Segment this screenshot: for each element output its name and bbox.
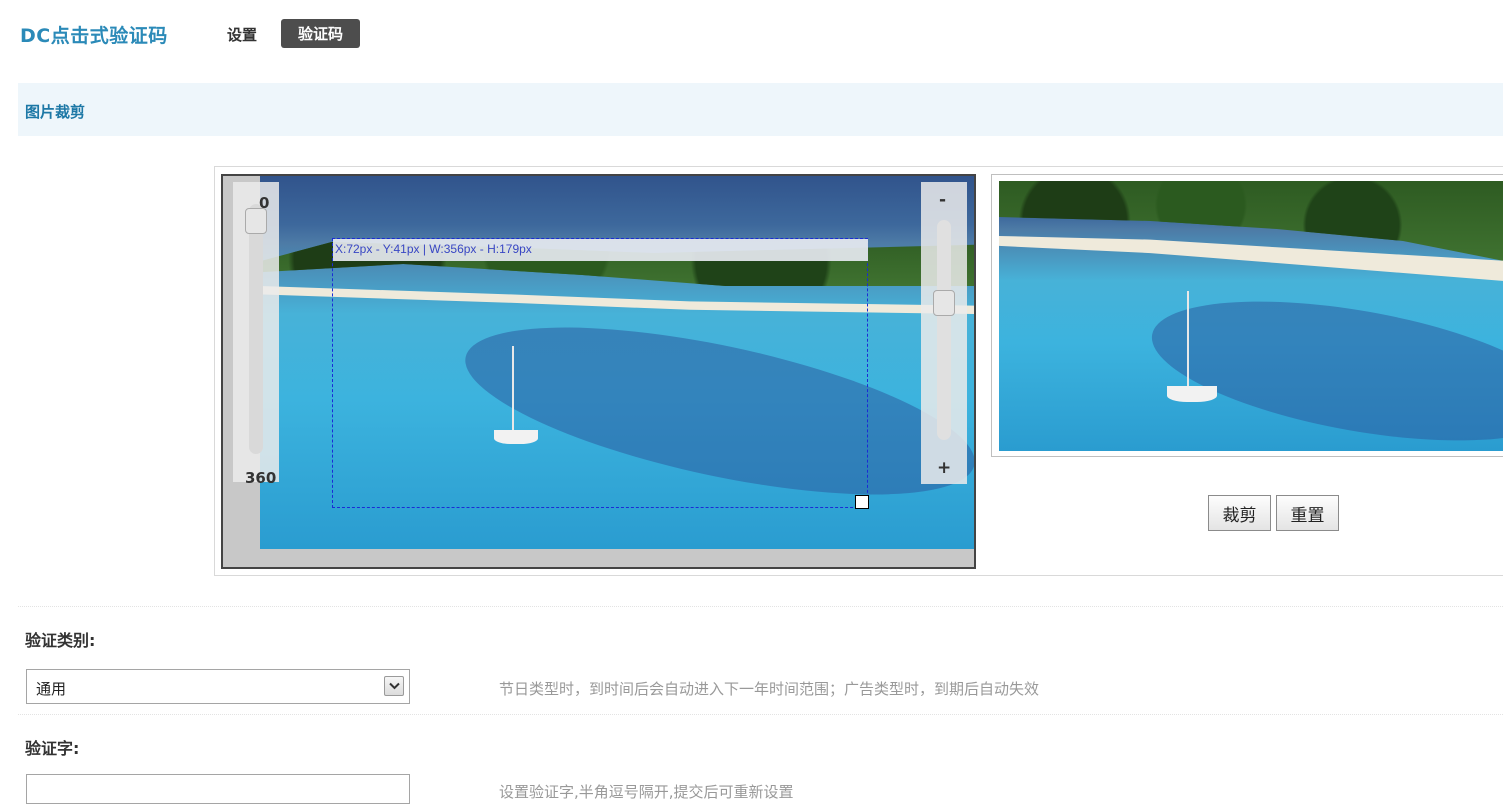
type-label: 验证类别: [25, 631, 96, 650]
crop-selection-info: X:72px - Y:41px | W:356px - H:179px [333, 239, 868, 261]
zoom-slider-track[interactable] [937, 220, 951, 440]
type-hint: 节日类型时，到时间后会自动进入下一年时间范围；广告类型时，到期后自动失效 [499, 680, 1040, 698]
tab-captcha-label: 验证码 [297, 25, 343, 43]
preview-boat-mast [1187, 291, 1189, 391]
tab-settings[interactable]: 设置 [227, 24, 257, 45]
crop-button[interactable]: 裁剪 [1208, 495, 1271, 531]
rotate-slider[interactable]: 0 360 [233, 182, 279, 487]
crop-canvas[interactable]: 0 360 - + X:72px - Y:41px | W:356px - H:… [221, 174, 976, 569]
zoom-in-button[interactable]: + [937, 458, 951, 478]
section-title: 图片裁剪 [25, 103, 86, 121]
preview-deep-water [1141, 275, 1503, 451]
divider [18, 714, 1503, 715]
app-title: DC点击式验证码 [20, 25, 168, 47]
reset-button[interactable]: 重置 [1276, 495, 1339, 531]
chevron-down-icon[interactable] [384, 676, 404, 696]
divider [18, 606, 1503, 607]
rotate-min-label: 0 [259, 194, 270, 212]
zoom-slider-handle[interactable] [933, 290, 955, 316]
rotate-max-label: 360 [245, 469, 277, 487]
zoom-slider[interactable]: - + [921, 182, 967, 484]
word-input[interactable] [26, 774, 410, 804]
crop-resize-handle[interactable] [855, 495, 869, 509]
word-label: 验证字: [25, 739, 80, 758]
type-select-value: 通用 [36, 680, 67, 698]
tab-captcha[interactable]: 验证码 [281, 19, 360, 48]
preview-image [999, 181, 1503, 451]
crop-selection[interactable]: X:72px - Y:41px | W:356px - H:179px [332, 238, 869, 509]
crop-preview [991, 174, 1503, 457]
section-header [18, 83, 1503, 136]
type-select[interactable]: 通用 [26, 669, 410, 704]
preview-boat-hull [1167, 386, 1217, 402]
zoom-out-button[interactable]: - [939, 190, 946, 210]
rotate-slider-track[interactable] [249, 204, 263, 454]
